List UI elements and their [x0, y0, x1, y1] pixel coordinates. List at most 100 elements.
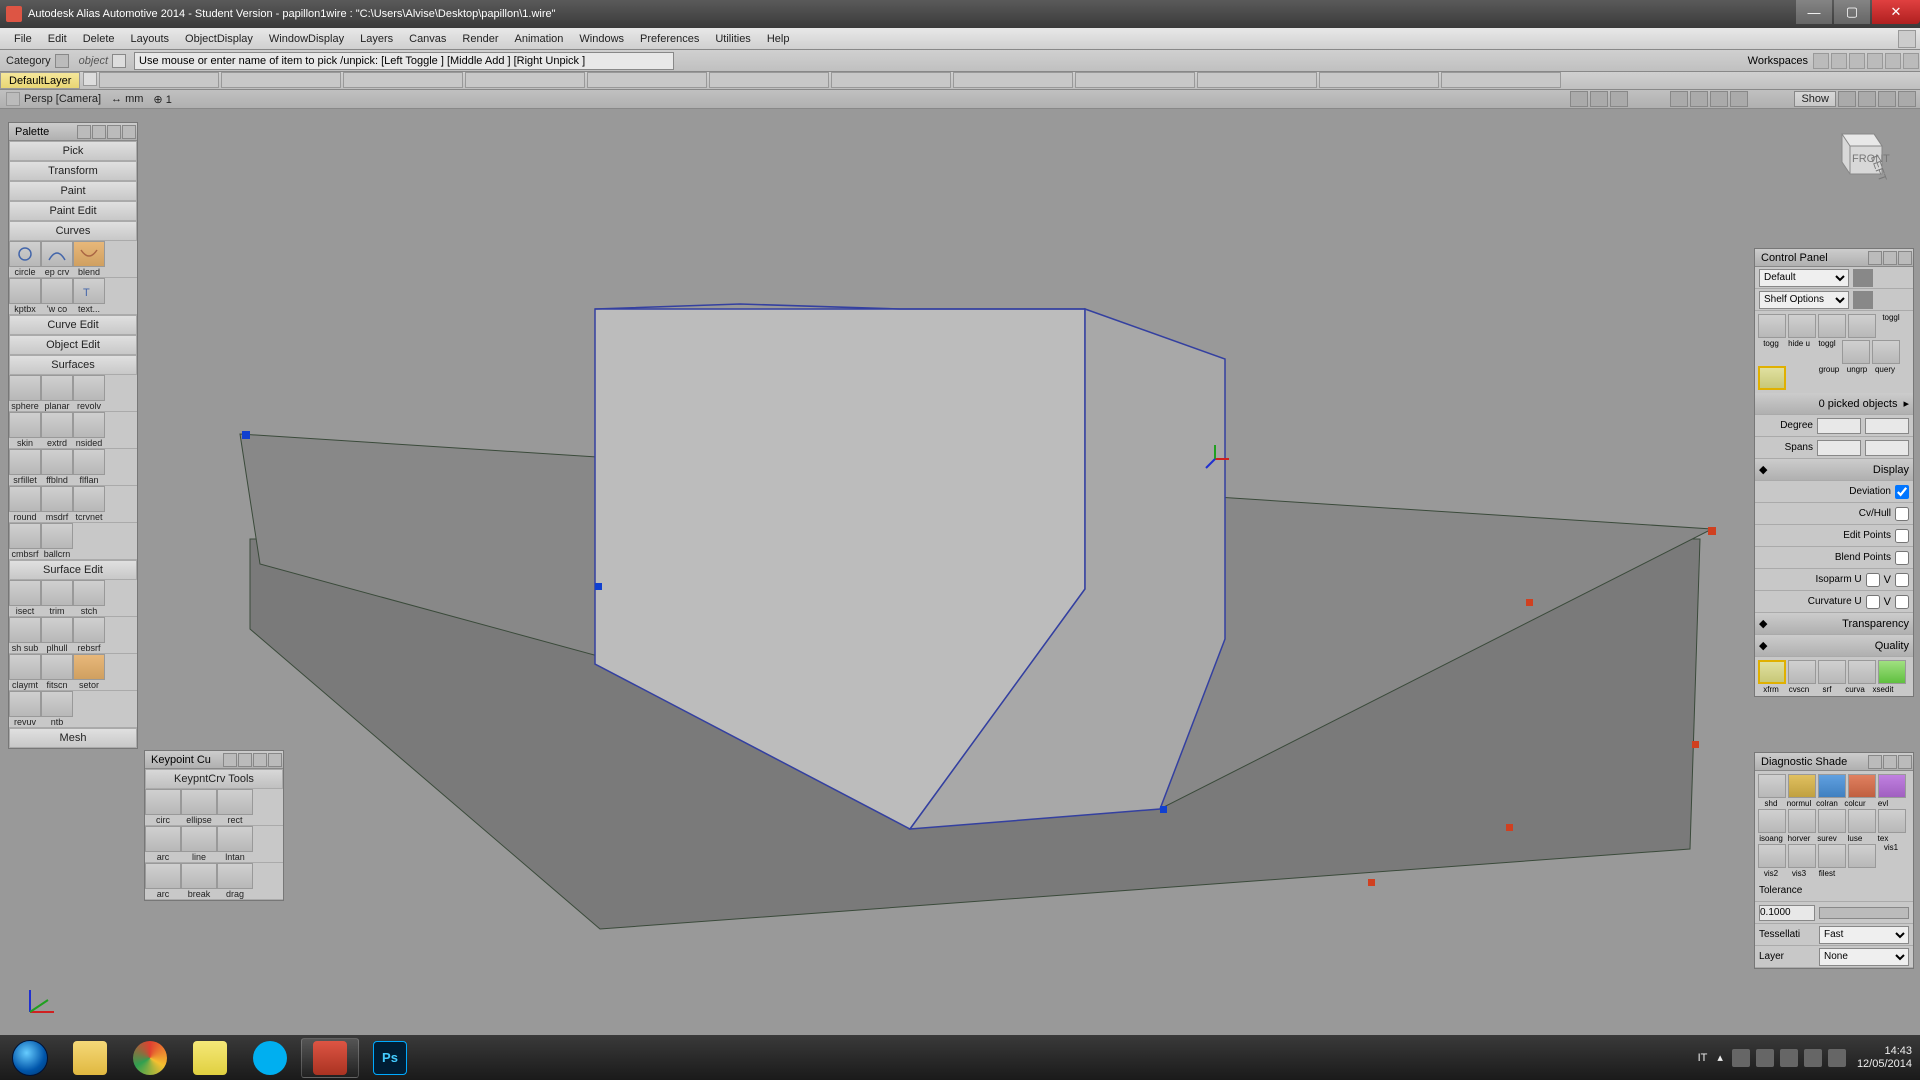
- menu-preferences[interactable]: Preferences: [632, 33, 707, 45]
- workspace-icon[interactable]: [1867, 53, 1883, 69]
- tool-stch[interactable]: [73, 580, 105, 606]
- curvature-v-checkbox[interactable]: [1895, 595, 1909, 609]
- tool-msdrf[interactable]: [41, 486, 73, 512]
- diag-item[interactable]: [1878, 774, 1906, 798]
- layer-slot[interactable]: [465, 72, 585, 88]
- diag-item[interactable]: [1878, 809, 1906, 833]
- shelf-dropdown[interactable]: Shelf Options: [1759, 291, 1849, 309]
- shelf-item[interactable]: [1818, 660, 1846, 684]
- menu-windows[interactable]: Windows: [571, 33, 632, 45]
- prompt-toggle-icon[interactable]: [112, 54, 126, 68]
- shelf-item[interactable]: [1842, 340, 1870, 364]
- tool-arc2[interactable]: [145, 863, 181, 889]
- panel-close-icon[interactable]: [1898, 755, 1912, 769]
- viewport-icon[interactable]: [1878, 91, 1896, 107]
- tool-line[interactable]: [181, 826, 217, 852]
- tool-epcrv[interactable]: [41, 241, 73, 267]
- diag-item[interactable]: [1788, 844, 1816, 868]
- curvature-u-checkbox[interactable]: [1866, 595, 1880, 609]
- panel-icon[interactable]: [1883, 755, 1897, 769]
- tray-volume-icon[interactable]: [1756, 1049, 1774, 1067]
- trash-icon[interactable]: [1853, 291, 1873, 309]
- viewcube[interactable]: FRONT LEFT: [1822, 120, 1890, 188]
- menu-edit[interactable]: Edit: [40, 33, 75, 45]
- layer-slot[interactable]: [99, 72, 219, 88]
- tool-cmbsrf[interactable]: [9, 523, 41, 549]
- tool-tcrvnet[interactable]: [73, 486, 105, 512]
- diag-item[interactable]: [1848, 774, 1876, 798]
- shelf-item[interactable]: [1848, 660, 1876, 684]
- menu-render[interactable]: Render: [454, 33, 506, 45]
- panel-icon[interactable]: [1868, 755, 1882, 769]
- menu-layouts[interactable]: Layouts: [123, 33, 178, 45]
- workspace-icon[interactable]: [1831, 53, 1847, 69]
- tool-circle[interactable]: [9, 241, 41, 267]
- viewport-icon[interactable]: [1710, 91, 1728, 107]
- degree-input-2[interactable]: [1865, 418, 1909, 434]
- tool-shsub[interactable]: [9, 617, 41, 643]
- viewport-icon[interactable]: [1730, 91, 1748, 107]
- layer-slot[interactable]: [709, 72, 829, 88]
- diag-item[interactable]: [1758, 774, 1786, 798]
- tool-flflan[interactable]: [73, 449, 105, 475]
- layer-slot[interactable]: [221, 72, 341, 88]
- tool-isect[interactable]: [9, 580, 41, 606]
- viewport-icon[interactable]: [1898, 91, 1916, 107]
- palette-section-transform[interactable]: Transform: [9, 161, 137, 181]
- deviation-checkbox[interactable]: [1895, 485, 1909, 499]
- panel-close-icon[interactable]: [122, 125, 136, 139]
- language-indicator[interactable]: IT: [1698, 1052, 1708, 1064]
- layer-vis-icon[interactable]: [83, 72, 97, 86]
- workspace-icon[interactable]: [1903, 53, 1919, 69]
- taskbar-photoshop[interactable]: Ps: [361, 1038, 419, 1078]
- layer-slot[interactable]: [953, 72, 1073, 88]
- spans-input[interactable]: [1817, 440, 1861, 456]
- diag-item[interactable]: [1788, 774, 1816, 798]
- tool-rect[interactable]: [217, 789, 253, 815]
- shelf-item[interactable]: [1878, 660, 1906, 684]
- tray-icon[interactable]: [1732, 1049, 1750, 1067]
- tool-wco[interactable]: [41, 278, 73, 304]
- tool-ballcrn[interactable]: [41, 523, 73, 549]
- tray-flag-icon[interactable]: [1828, 1049, 1846, 1067]
- tray-chevron-icon[interactable]: ▴: [1717, 1051, 1723, 1064]
- tool-round[interactable]: [9, 486, 41, 512]
- show-button[interactable]: Show: [1794, 91, 1836, 107]
- palette-section-curves[interactable]: Curves: [9, 221, 137, 241]
- viewport-icon[interactable]: [1838, 91, 1856, 107]
- diag-item[interactable]: [1818, 774, 1846, 798]
- degree-input[interactable]: [1817, 418, 1861, 434]
- palette-section-mesh[interactable]: Mesh: [9, 728, 137, 748]
- panel-icon[interactable]: [107, 125, 121, 139]
- tool-blend[interactable]: [73, 241, 105, 267]
- layer-slot[interactable]: [1197, 72, 1317, 88]
- tool-ffblnd[interactable]: [41, 449, 73, 475]
- taskbar-explorer[interactable]: [61, 1038, 119, 1078]
- layer-slot[interactable]: [1441, 72, 1561, 88]
- tool-planar[interactable]: [41, 375, 73, 401]
- viewport-icon[interactable]: [1858, 91, 1876, 107]
- layer-slot[interactable]: [1319, 72, 1439, 88]
- shelf-item-xfrm[interactable]: [1758, 660, 1786, 684]
- panel-icon[interactable]: [238, 753, 252, 767]
- panel-icon[interactable]: [1883, 251, 1897, 265]
- tool-circ[interactable]: [145, 789, 181, 815]
- tool-skin[interactable]: [9, 412, 41, 438]
- tolerance-slider[interactable]: [1819, 907, 1909, 919]
- tool-sphere[interactable]: [9, 375, 41, 401]
- panel-close-icon[interactable]: [1898, 251, 1912, 265]
- diag-item[interactable]: [1818, 809, 1846, 833]
- palette-section-paintedit[interactable]: Paint Edit: [9, 201, 137, 221]
- panel-close-icon[interactable]: [268, 753, 282, 767]
- tool-break[interactable]: [181, 863, 217, 889]
- shelf-item[interactable]: [1872, 340, 1900, 364]
- palette-section-curveedit[interactable]: Curve Edit: [9, 315, 137, 335]
- diag-item[interactable]: [1818, 844, 1846, 868]
- tool-arc[interactable]: [145, 826, 181, 852]
- menu-utilities[interactable]: Utilities: [707, 33, 758, 45]
- menu-windowdisplay[interactable]: WindowDisplay: [261, 33, 352, 45]
- menu-animation[interactable]: Animation: [507, 33, 572, 45]
- isoparm-v-checkbox[interactable]: [1895, 573, 1909, 587]
- trash-icon[interactable]: [1853, 269, 1873, 287]
- taskbar-alias[interactable]: [301, 1038, 359, 1078]
